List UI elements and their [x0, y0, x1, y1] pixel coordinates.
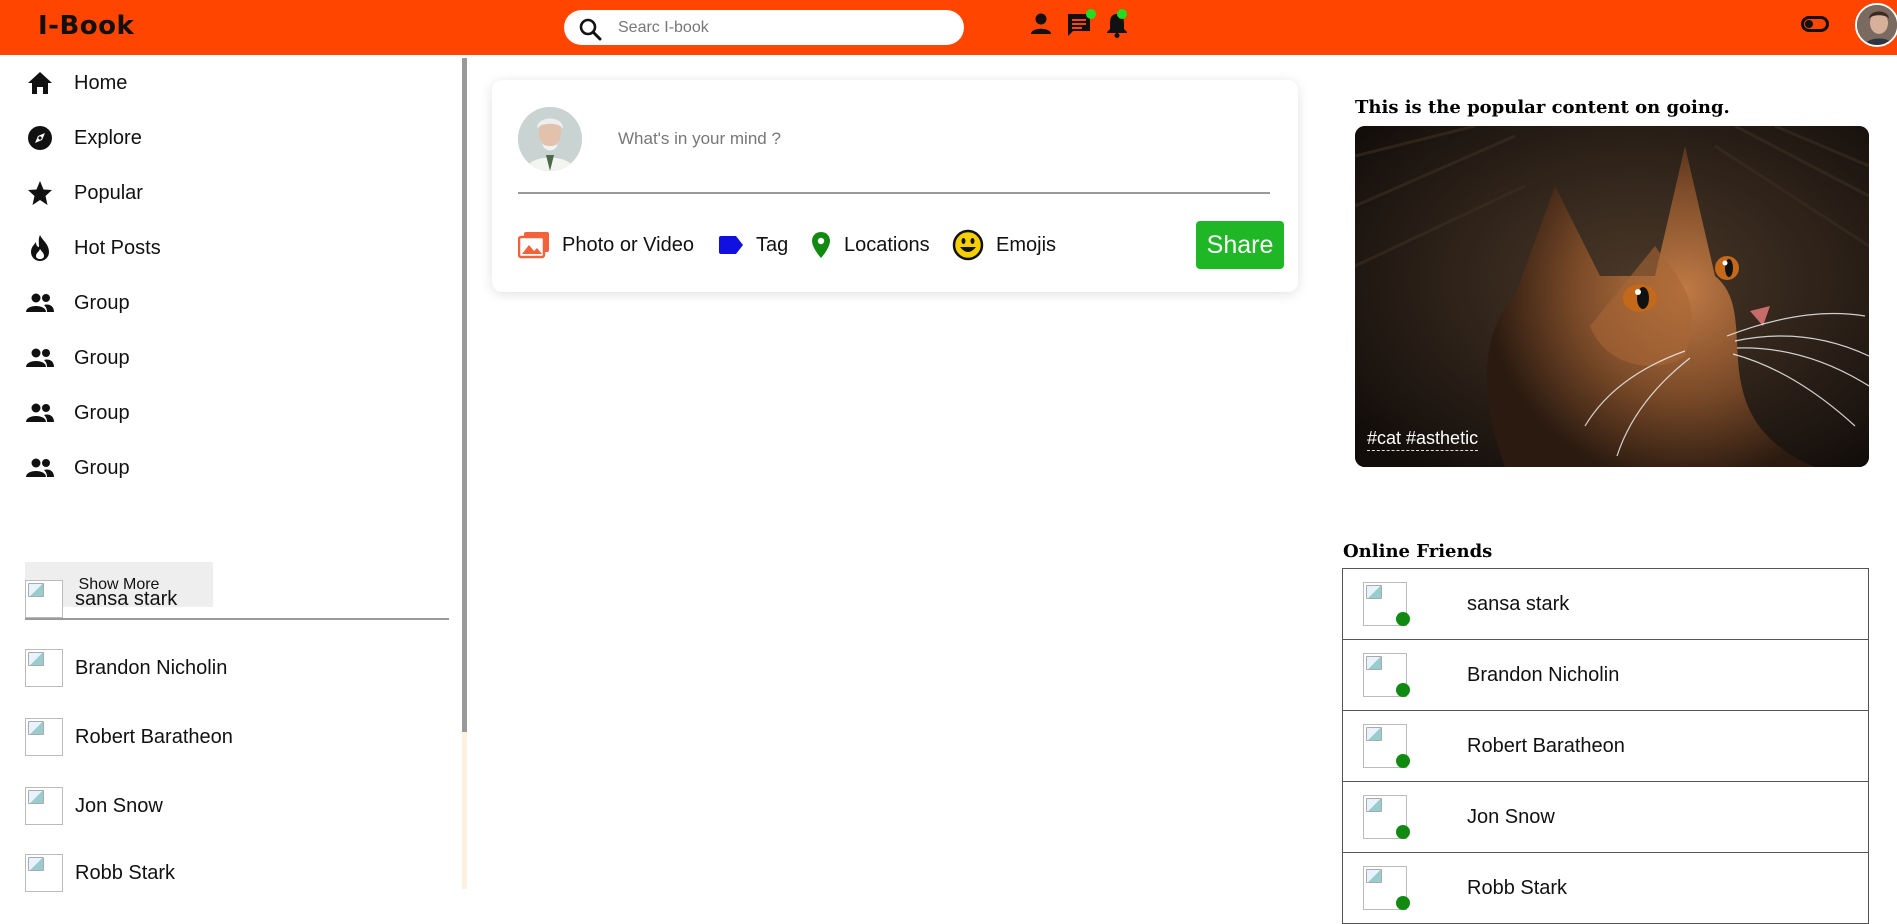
sidebar-friend-item[interactable]: Robb Stark: [25, 853, 175, 893]
popular-title: This is the popular content on going.: [1355, 97, 1730, 118]
sidebar-friend-item[interactable]: Jon Snow: [25, 786, 163, 826]
online-friend-item[interactable]: Robb Stark: [1342, 852, 1869, 924]
online-friend-item[interactable]: Brandon Nicholin: [1342, 639, 1869, 711]
sidebar-item-label: Popular: [74, 181, 143, 204]
online-status-dot: [1396, 896, 1410, 910]
online-status-dot: [1396, 754, 1410, 768]
friend-name: Jon Snow: [1467, 805, 1555, 828]
group-icon: [26, 289, 54, 317]
sidebar-item-label: Group: [74, 401, 130, 424]
friend-avatar: [25, 649, 63, 687]
app-logo[interactable]: I-Book: [38, 11, 134, 41]
option-label: Photo or Video: [562, 233, 694, 256]
top-navbar: I-Book: [0, 0, 1897, 55]
online-friend-item[interactable]: sansa stark: [1342, 568, 1869, 640]
sidebar-item-group[interactable]: Group: [26, 338, 446, 378]
photo-video-option[interactable]: Photo or Video: [518, 228, 694, 262]
sidebar-item-popular[interactable]: Popular: [26, 173, 446, 213]
post-input[interactable]: [618, 120, 1258, 158]
online-status-dot: [1396, 825, 1410, 839]
share-button[interactable]: Share: [1196, 221, 1284, 269]
sidebar-item-label: Explore: [74, 126, 142, 149]
online-friend-item[interactable]: Jon Snow: [1342, 781, 1869, 853]
group-icon: [26, 399, 54, 427]
online-status-dot: [1396, 612, 1410, 626]
emoji-icon: [952, 229, 984, 261]
friend-avatar: [25, 854, 63, 892]
sidebar-item-label: Home: [74, 71, 128, 94]
compass-icon: [26, 124, 54, 152]
sidebar-item-label: Hot Posts: [74, 236, 161, 259]
friend-name: Brandon Nicholin: [1467, 663, 1620, 686]
left-sidebar: Home Explore Popular Hot Posts Group Gro…: [0, 55, 462, 892]
avatar-image: [1857, 5, 1897, 45]
composer-avatar: [518, 107, 582, 171]
sidebar-friend-item[interactable]: Brandon Nicholin: [25, 648, 227, 688]
friend-name: Jon Snow: [75, 794, 163, 817]
star-icon: [26, 179, 54, 207]
search-bar[interactable]: [564, 10, 964, 45]
photo-icon: [518, 232, 549, 259]
bell-notification-dot: [1117, 9, 1127, 19]
search-input[interactable]: [618, 10, 948, 45]
friend-name: sansa stark: [1467, 592, 1570, 615]
sidebar-scrollbar-thumb[interactable]: [462, 58, 467, 732]
sidebar-item-group[interactable]: Group: [26, 283, 446, 323]
locations-option[interactable]: Locations: [810, 228, 930, 262]
online-friends-list: sansa stark Brandon Nicholin Robert Bara…: [1342, 568, 1869, 924]
friend-avatar: [25, 580, 63, 618]
online-friends-title: Online Friends: [1343, 541, 1493, 562]
sidebar-item-explore[interactable]: Explore: [26, 118, 446, 158]
option-label: Locations: [844, 233, 930, 256]
composer-avatar-image: [518, 107, 582, 171]
friend-name: Robb Stark: [75, 861, 176, 884]
search-icon: [579, 18, 602, 41]
location-pin-icon: [812, 232, 830, 258]
cat-image: [1355, 126, 1869, 467]
sidebar-item-home[interactable]: Home: [26, 63, 446, 103]
group-icon: [26, 454, 54, 482]
friend-name: Robb Stark: [1467, 876, 1568, 899]
tag-option[interactable]: Tag: [718, 228, 788, 262]
avatar[interactable]: [1855, 3, 1897, 47]
sidebar-scrollbar-track[interactable]: [462, 732, 467, 889]
sidebar-item-label: Group: [74, 456, 130, 479]
fire-icon: [26, 234, 54, 262]
post-composer: Photo or Video Tag Locations Emojis Shar…: [492, 80, 1298, 292]
sidebar-item-group[interactable]: Group: [26, 393, 446, 433]
friend-avatar: [25, 718, 63, 756]
emojis-option[interactable]: Emojis: [952, 228, 1056, 262]
friend-name: Robert Baratheon: [1467, 734, 1625, 757]
option-label: Tag: [756, 233, 789, 256]
option-label: Emojis: [996, 233, 1057, 256]
online-friend-item[interactable]: Robert Baratheon: [1342, 710, 1869, 782]
friend-name: sansa stark: [75, 587, 178, 610]
sidebar-friend-item[interactable]: sansa stark: [25, 579, 177, 619]
theme-toggle-icon[interactable]: [1801, 16, 1829, 32]
popular-content-card[interactable]: #cat #asthetic: [1355, 126, 1869, 467]
person-icon[interactable]: [1030, 12, 1052, 36]
friend-avatar: [25, 787, 63, 825]
sidebar-item-group[interactable]: Group: [26, 448, 446, 488]
popular-tags[interactable]: #cat #asthetic: [1367, 428, 1479, 451]
friend-name: Robert Baratheon: [75, 725, 233, 748]
sidebar-item-label: Group: [74, 346, 130, 369]
home-icon: [26, 69, 54, 97]
chat-notification-dot: [1086, 9, 1096, 19]
online-status-dot: [1396, 683, 1410, 697]
sidebar-item-label: Group: [74, 291, 130, 314]
composer-divider: [518, 192, 1270, 194]
friend-name: Brandon Nicholin: [75, 656, 228, 679]
tag-icon: [719, 236, 743, 254]
sidebar-friend-item[interactable]: Robert Baratheon: [25, 717, 233, 757]
sidebar-item-hot-posts[interactable]: Hot Posts: [26, 228, 446, 268]
group-icon: [26, 344, 54, 372]
